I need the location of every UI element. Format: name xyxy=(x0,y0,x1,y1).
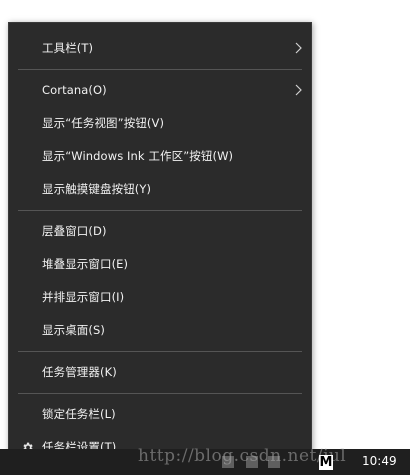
menu-item-label: 显示桌面(S) xyxy=(42,323,105,337)
menu-item-toolbars[interactable]: 工具栏(T) xyxy=(9,33,311,63)
taskbar-clock[interactable]: 10:49 xyxy=(362,453,397,469)
ime-indicator[interactable]: M xyxy=(319,455,333,470)
menu-separator xyxy=(18,210,302,211)
menu-item-label: 显示“任务视图”按钮(V) xyxy=(42,116,165,130)
menu-item-show-touch-keyboard-button[interactable]: 显示触摸键盘按钮(Y) xyxy=(9,174,311,204)
menu-item-label: 锁定任务栏(L) xyxy=(42,407,116,421)
menu-item-label: 显示“Windows Ink 工作区”按钮(W) xyxy=(42,149,234,163)
menu-item-task-manager[interactable]: 任务管理器(K) xyxy=(9,357,311,387)
menu-item-label: 显示触摸键盘按钮(Y) xyxy=(42,182,152,196)
menu-item-cascade-windows[interactable]: 层叠窗口(D) xyxy=(9,216,311,246)
chevron-right-icon xyxy=(293,41,303,55)
menu-item-label: 工具栏(T) xyxy=(42,41,94,55)
menu-item-label: 层叠窗口(D) xyxy=(42,224,107,238)
menu-separator xyxy=(18,69,302,70)
menu-separator xyxy=(18,393,302,394)
menu-item-label: 任务管理器(K) xyxy=(42,365,117,379)
menu-item-side-by-side-windows[interactable]: 并排显示窗口(I) xyxy=(9,282,311,312)
chevron-right-icon xyxy=(293,83,303,97)
menu-item-show-desktop[interactable]: 显示桌面(S) xyxy=(9,315,311,345)
taskbar-context-menu: 工具栏(T) Cortana(O) 显示“任务视图”按钮(V) 显示“Windo… xyxy=(8,22,312,465)
menu-item-label: Cortana(O) xyxy=(42,83,107,97)
menu-item-show-task-view-button[interactable]: 显示“任务视图”按钮(V) xyxy=(9,108,311,138)
menu-item-label: 并排显示窗口(I) xyxy=(42,290,125,304)
menu-item-show-windows-ink-button[interactable]: 显示“Windows Ink 工作区”按钮(W) xyxy=(9,141,311,171)
menu-item-stack-windows[interactable]: 堆叠显示窗口(E) xyxy=(9,249,311,279)
menu-item-lock-taskbar[interactable]: 锁定任务栏(L) xyxy=(9,399,311,429)
menu-item-cortana[interactable]: Cortana(O) xyxy=(9,75,311,105)
watermark-url: http://blog.csdn.net/jul xyxy=(138,446,347,466)
menu-item-label: 堆叠显示窗口(E) xyxy=(42,257,129,271)
menu-separator xyxy=(18,351,302,352)
